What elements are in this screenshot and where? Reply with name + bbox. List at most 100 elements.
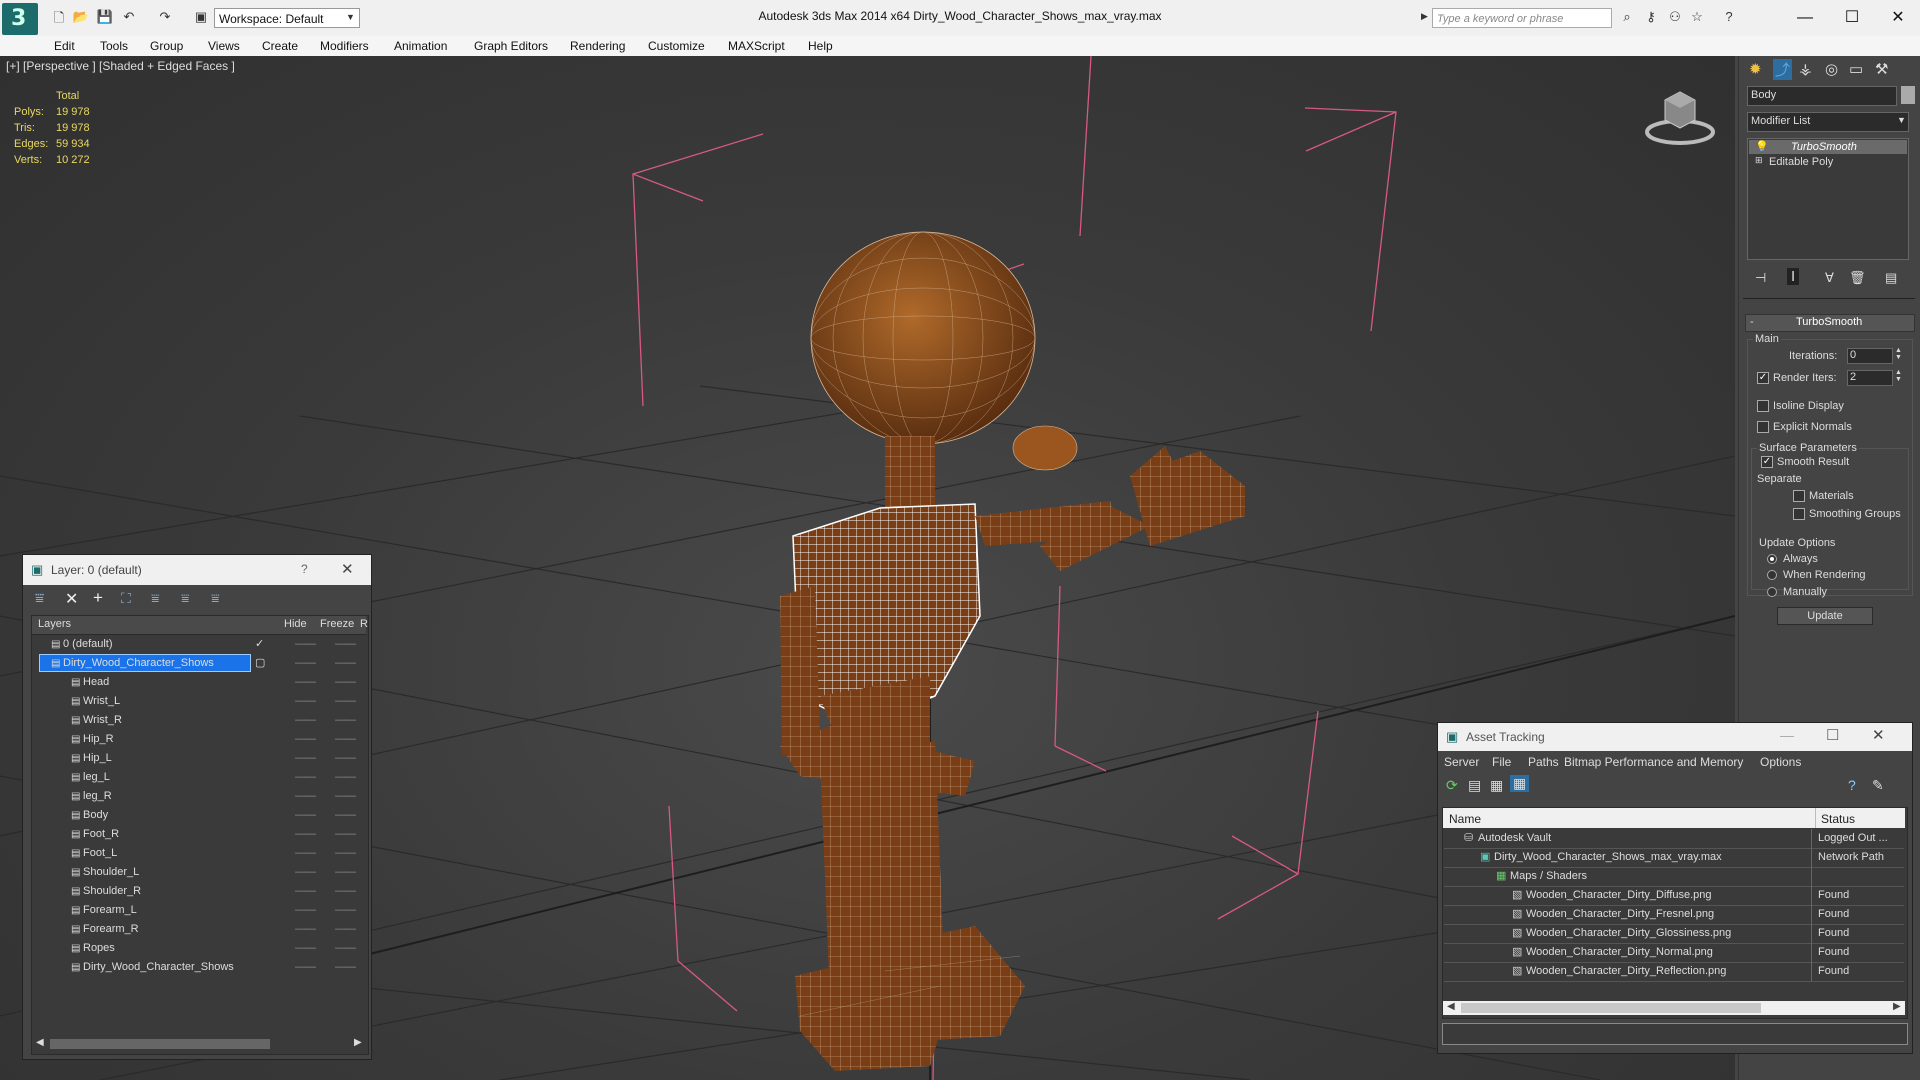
hide-toggle[interactable]: —— xyxy=(295,806,316,825)
freeze-toggle[interactable]: —— xyxy=(335,768,356,787)
expand-arrow-icon[interactable]: ▶ xyxy=(1421,11,1428,22)
freeze-toggle[interactable]: —— xyxy=(335,711,356,730)
freeze-toggle[interactable]: —— xyxy=(335,730,356,749)
layer-window-titlebar[interactable]: ▣ Layer: 0 (default) ? ✕ xyxy=(23,555,371,585)
asset-menu-paths[interactable]: Paths xyxy=(1528,755,1559,769)
manually-radio[interactable] xyxy=(1767,587,1777,597)
menu-create[interactable]: Create xyxy=(262,39,298,53)
chevron-down-icon[interactable]: ▼ xyxy=(1897,115,1906,125)
asset-row[interactable]: ▧ Wooden_Character_Dirty_Reflection.png Fo… xyxy=(1444,962,1904,982)
object-color-swatch[interactable] xyxy=(1901,86,1915,104)
search-input[interactable]: Type a keyword or phrase xyxy=(1432,8,1612,28)
key-icon[interactable]: ⚷ xyxy=(1642,9,1660,25)
help-icon[interactable]: ? xyxy=(301,562,308,576)
freeze-toggle[interactable]: —— xyxy=(335,863,356,882)
hide-toggle[interactable]: —— xyxy=(295,863,316,882)
new-file-icon[interactable]: 🗋 xyxy=(50,9,68,25)
hide-all-icon[interactable]: ⩸ xyxy=(181,590,190,607)
object-name-field[interactable]: Body xyxy=(1751,89,1776,101)
layer-row[interactable]: ▤ Ropes —— —— xyxy=(33,939,365,958)
freeze-toggle[interactable]: —— xyxy=(335,806,356,825)
smooth-result-checkbox[interactable]: ✓ xyxy=(1761,456,1773,468)
column-status[interactable]: Status xyxy=(1821,812,1855,826)
close-icon[interactable]: ✕ xyxy=(1872,726,1885,744)
hide-toggle[interactable]: —— xyxy=(295,920,316,939)
layer-row[interactable]: ▤ Foot_R —— —— xyxy=(33,825,365,844)
hide-toggle[interactable]: —— xyxy=(295,787,316,806)
asset-menu-options[interactable]: Options xyxy=(1760,755,1801,769)
menu-edit[interactable]: Edit xyxy=(54,39,75,53)
asset-name[interactable]: Autodesk Vault xyxy=(1478,829,1551,848)
menu-graph-editors[interactable]: Graph Editors xyxy=(474,39,548,53)
hierarchy-tab-icon[interactable]: ⚶ xyxy=(1799,60,1812,78)
hide-toggle[interactable]: —— xyxy=(295,749,316,768)
asset-menu-bitmap[interactable]: Bitmap Performance and Memory xyxy=(1564,755,1743,769)
save-icon[interactable]: 💾 xyxy=(96,9,114,25)
column-render[interactable]: R xyxy=(360,618,368,630)
menu-tools[interactable]: Tools xyxy=(100,39,128,53)
star-icon[interactable]: ☆ xyxy=(1688,9,1706,25)
materials-checkbox[interactable] xyxy=(1793,490,1805,502)
layer-name[interactable]: Foot_L xyxy=(83,844,117,863)
asset-name[interactable]: Dirty_Wood_Character_Shows_max_vray.max xyxy=(1494,848,1722,867)
column-hide[interactable]: Hide xyxy=(284,618,307,630)
layer-row[interactable]: ▤ Dirty_Wood_Character_Shows —— —— xyxy=(33,958,365,977)
hide-toggle[interactable]: —— xyxy=(295,844,316,863)
refresh-icon[interactable]: ⟳ xyxy=(1446,777,1458,794)
maximize-icon[interactable]: ☐ xyxy=(1826,726,1839,744)
modifier-list-dropdown[interactable]: Modifier List xyxy=(1751,115,1810,127)
undo-icon[interactable]: ↶ xyxy=(120,9,138,25)
scroll-thumb[interactable] xyxy=(50,1039,270,1049)
delete-layer-icon[interactable]: ✕ xyxy=(65,589,78,609)
asset-name[interactable]: Maps / Shaders xyxy=(1510,867,1587,886)
render-iters-checkbox[interactable]: ✓ xyxy=(1757,372,1769,384)
vault-help-icon[interactable]: ? xyxy=(1848,777,1856,793)
asset-row[interactable]: ▧ Wooden_Character_Dirty_Fresnel.png Found xyxy=(1444,905,1904,925)
viewport-label[interactable]: [+] [Perspective ] [Shaded + Edged Faces… xyxy=(6,59,235,73)
asset-row[interactable]: ▧ Wooden_Character_Dirty_Glossiness.png Fo… xyxy=(1444,924,1904,944)
list-view-icon[interactable]: ▤ xyxy=(1468,777,1481,794)
asset-row[interactable]: ▧ Wooden_Character_Dirty_Normal.png Found xyxy=(1444,943,1904,963)
help-icon[interactable]: ? xyxy=(1720,9,1738,25)
layer-name[interactable]: Dirty_Wood_Character_Shows xyxy=(63,654,214,673)
scroll-right-icon[interactable]: ▶ xyxy=(1893,1001,1901,1012)
asset-row[interactable]: ▧ Wooden_Character_Dirty_Diffuse.png Found xyxy=(1444,886,1904,906)
asset-row[interactable]: ▣ Dirty_Wood_Character_Shows_max_vray.max… xyxy=(1444,848,1904,868)
layer-row[interactable]: ▤ Wrist_R —— —— xyxy=(33,711,365,730)
modify-tab-icon[interactable]: ⤴ xyxy=(1773,59,1793,80)
menu-rendering[interactable]: Rendering xyxy=(570,39,625,53)
always-radio[interactable] xyxy=(1767,554,1777,564)
new-layer-icon[interactable]: ⩸ xyxy=(35,590,44,607)
pin-stack-icon[interactable]: ⊣ xyxy=(1755,270,1766,286)
layer-name[interactable]: Forearm_R xyxy=(83,920,139,939)
asset-menu-server[interactable]: Server xyxy=(1444,755,1479,769)
layer-name[interactable]: Dirty_Wood_Character_Shows xyxy=(83,958,234,977)
app-logo-icon[interactable]: 3 xyxy=(2,3,38,35)
layer-row[interactable]: ▤ Shoulder_R —— —— xyxy=(33,882,365,901)
freeze-toggle[interactable]: —— xyxy=(335,844,356,863)
asset-hscrollbar[interactable]: ◀ ▶ xyxy=(1443,1001,1905,1015)
remove-modifier-icon[interactable]: 🗑 xyxy=(1849,270,1866,286)
redo-icon[interactable]: ↷ xyxy=(156,9,174,25)
freeze-toggle[interactable]: —— xyxy=(335,920,356,939)
collapse-icon[interactable]: - xyxy=(1750,316,1754,328)
highlight-layer-icon[interactable]: ⩸ xyxy=(151,590,160,607)
hide-toggle[interactable]: —— xyxy=(295,958,316,977)
asset-name[interactable]: Wooden_Character_Dirty_Glossiness.png xyxy=(1526,924,1731,943)
freeze-toggle[interactable]: —— xyxy=(335,825,356,844)
hide-toggle[interactable]: —— xyxy=(295,730,316,749)
freeze-toggle[interactable]: —— xyxy=(335,787,356,806)
layer-name[interactable]: Shoulder_L xyxy=(83,863,139,882)
scroll-thumb[interactable] xyxy=(1461,1003,1761,1013)
layer-name[interactable]: Foot_R xyxy=(83,825,119,844)
layer-name[interactable]: Head xyxy=(83,673,109,692)
workspace-dropdown[interactable]: Workspace: Default xyxy=(214,8,360,28)
asset-path-field[interactable] xyxy=(1442,1023,1908,1045)
select-objects-icon[interactable]: ⛶ xyxy=(121,590,131,607)
chevron-down-icon[interactable]: ▼ xyxy=(346,12,355,22)
viewcube-icon[interactable] xyxy=(1645,86,1715,146)
asset-name[interactable]: Wooden_Character_Dirty_Fresnel.png xyxy=(1526,905,1714,924)
spinner-arrows-icon[interactable]: ▲ ▼ xyxy=(1895,347,1902,361)
create-tab-icon[interactable]: ✹ xyxy=(1749,60,1762,78)
hide-toggle[interactable]: —— xyxy=(295,654,316,673)
